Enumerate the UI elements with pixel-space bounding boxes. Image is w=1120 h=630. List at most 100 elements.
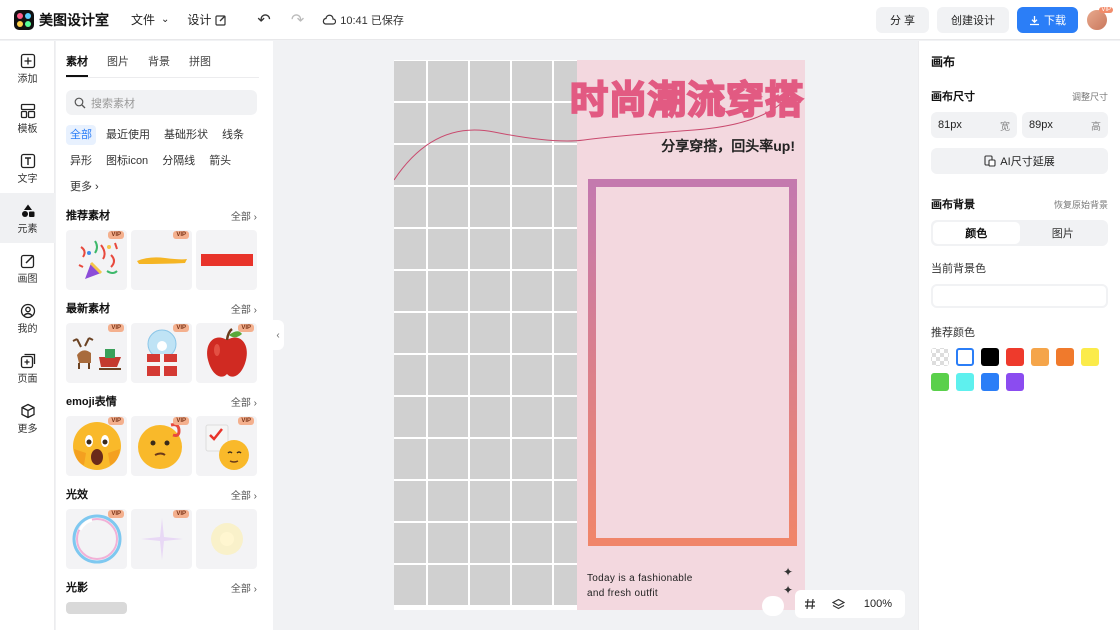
bubble-icon (72, 514, 121, 564)
color-swatch[interactable] (931, 348, 949, 366)
section-title: emoji表情 (66, 396, 117, 408)
section-title: 最新素材 (66, 303, 110, 315)
see-all-link[interactable]: 全部 › (231, 580, 257, 595)
asset-party-popper[interactable]: VIP (66, 230, 127, 290)
create-design-label: 创建设计 (951, 15, 995, 27)
current-bg-color-swatch[interactable] (931, 284, 1108, 308)
grid-cell (428, 523, 468, 563)
see-all-link[interactable]: 全部 › (231, 394, 257, 409)
grid-cell (394, 271, 426, 311)
cloud-icon (323, 14, 337, 25)
redo-icon[interactable]: ↷ (291, 10, 304, 30)
chip-icons[interactable]: 图标icon (102, 151, 152, 171)
ai-resize-button[interactable]: AI尺寸延展 (931, 148, 1108, 174)
see-all-link[interactable]: 全部 › (231, 301, 257, 316)
asset-reindeer-sleigh[interactable]: VIP (66, 323, 127, 383)
grid-cell (470, 271, 510, 311)
asset-shocked-face[interactable]: VIP (66, 416, 127, 476)
layers-button[interactable] (825, 598, 851, 611)
bg-image-tab[interactable]: 图片 (1020, 222, 1107, 244)
resize-link[interactable]: 调整尺寸 (1072, 90, 1108, 103)
color-swatch[interactable] (956, 348, 974, 366)
color-swatch[interactable] (1056, 348, 1074, 366)
thinking-face-icon (137, 423, 182, 469)
asset-soft-glow[interactable] (196, 509, 257, 569)
rail-label: 模板 (17, 123, 38, 135)
tab-backgrounds[interactable]: 背景 (148, 53, 170, 77)
design-menu[interactable]: 设计 (187, 11, 227, 28)
rail-item-mine[interactable]: 我的 (0, 293, 55, 343)
asset-yellow-brush[interactable]: VIP (131, 230, 192, 290)
chip-more[interactable]: 更多 › (66, 177, 103, 197)
see-all-link[interactable]: 全部 › (231, 208, 257, 223)
rail-item-more[interactable]: 更多 (0, 393, 55, 443)
color-swatch[interactable] (956, 373, 974, 391)
create-design-button[interactable]: 创建设计 (937, 7, 1009, 33)
design-canvas[interactable]: 时尚潮流穿搭 分享穿搭，回头率up! Today is a fashionabl… (394, 60, 805, 610)
grid-cell (470, 355, 510, 395)
section-recommended: 推荐素材 全部 › VIP VIP (66, 207, 257, 290)
grid-toggle[interactable] (795, 598, 825, 610)
asset-thinking-face[interactable]: VIP (131, 416, 192, 476)
vip-badge: VIP (173, 231, 189, 239)
chip-recent[interactable]: 最近使用 (102, 125, 154, 145)
rail-label: 我的 (17, 323, 38, 335)
avatar[interactable]: VIP (1086, 7, 1113, 31)
asset-star-sparkle[interactable]: VIP (131, 509, 192, 569)
search-input[interactable]: 搜索素材 (66, 90, 257, 115)
canvas-headline[interactable]: 时尚潮流穿搭 (544, 79, 804, 123)
chip-arrows[interactable]: 箭头 (205, 151, 235, 171)
canvas-subline[interactable]: 分享穿搭，回头率up! (661, 136, 795, 156)
collapse-panel-handle[interactable]: ‹ (272, 320, 284, 350)
grid-cell (554, 523, 577, 563)
canvas-tagline[interactable]: Today is a fashionable and fresh outfit (587, 571, 693, 601)
vip-badge: VIP (108, 324, 124, 332)
rail-item-add[interactable]: 添加 (0, 43, 55, 93)
asset-partial[interactable] (66, 602, 127, 614)
rail-item-template[interactable]: 模板 (0, 93, 55, 143)
asset-red-apple[interactable]: VIP (196, 323, 257, 383)
asset-red-bar[interactable] (196, 230, 257, 290)
undo-icon[interactable]: ↶ (257, 10, 270, 30)
height-field[interactable]: 89px 高 (1022, 112, 1108, 138)
rail-item-elements[interactable]: 元素 (0, 193, 55, 243)
grid-cell (554, 565, 577, 605)
restore-bg-link[interactable]: 恢复原始背景 (1054, 198, 1108, 211)
see-all-link[interactable]: 全部 › (231, 487, 257, 502)
bg-color-tab[interactable]: 颜色 (933, 222, 1020, 244)
app-logo[interactable]: 美图设计室 (14, 9, 109, 30)
download-button[interactable]: 下载 (1017, 7, 1078, 33)
color-swatch[interactable] (1006, 373, 1024, 391)
tab-collage[interactable]: 拼图 (189, 53, 211, 77)
gradient-frame[interactable] (588, 179, 797, 546)
asset-checklist-face[interactable]: VIP (196, 416, 257, 476)
file-menu[interactable]: 文件 ⌄ (131, 11, 169, 28)
rail-item-text[interactable]: 文字 (0, 143, 55, 193)
rail-item-draw[interactable]: 画图 (0, 243, 55, 293)
rail-item-page[interactable]: 页面 (0, 343, 55, 393)
color-swatch[interactable] (981, 373, 999, 391)
chip-irregular[interactable]: 异形 (66, 151, 96, 171)
share-button[interactable]: 分 享 (875, 7, 929, 33)
tab-images[interactable]: 图片 (107, 53, 129, 77)
vip-badge: VIP (173, 324, 189, 332)
chip-all[interactable]: 全部 (66, 125, 96, 145)
chip-lines[interactable]: 线条 (218, 125, 248, 145)
rail-label: 添加 (17, 73, 38, 85)
width-field[interactable]: 81px 宽 (931, 112, 1017, 138)
vip-badge: VIP (108, 231, 124, 239)
snow-globe-icon (146, 329, 177, 376)
zoom-level[interactable]: 100% (851, 598, 905, 610)
color-swatch[interactable] (981, 348, 999, 366)
color-swatch[interactable] (931, 373, 949, 391)
chip-basic-shapes[interactable]: 基础形状 (160, 125, 212, 145)
zoom-toggle[interactable] (762, 596, 784, 616)
chip-dividers[interactable]: 分隔线 (158, 151, 199, 171)
color-swatch[interactable] (1031, 348, 1049, 366)
asset-rainbow-bubble[interactable]: VIP (66, 509, 127, 569)
color-swatch[interactable] (1081, 348, 1099, 366)
vip-badge: VIP (238, 324, 254, 332)
color-swatch[interactable] (1006, 348, 1024, 366)
tab-materials[interactable]: 素材 (66, 53, 88, 77)
asset-snow-globe-gift[interactable]: VIP (131, 323, 192, 383)
